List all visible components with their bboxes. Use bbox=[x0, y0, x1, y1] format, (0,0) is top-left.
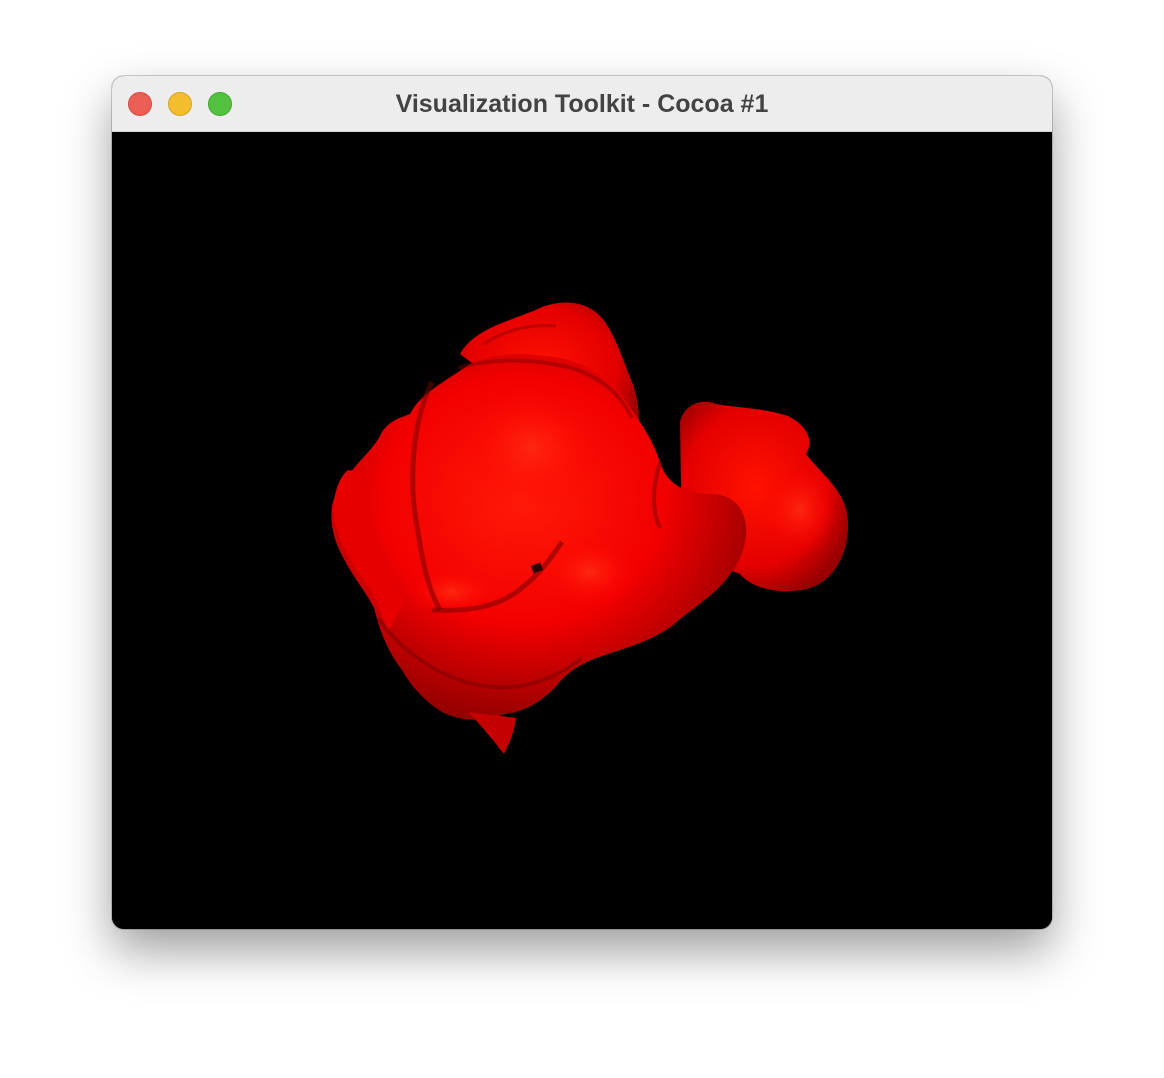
red-isosurface-blob bbox=[331, 302, 849, 754]
window-title: Visualization Toolkit - Cocoa #1 bbox=[395, 90, 769, 118]
title-bar[interactable]: Visualization Toolkit - Cocoa #1 bbox=[112, 76, 1052, 132]
render-viewport[interactable] bbox=[112, 132, 1052, 929]
vtk-window: Visualization Toolkit - Cocoa #1 bbox=[112, 76, 1052, 929]
render-canvas[interactable] bbox=[112, 132, 1052, 929]
